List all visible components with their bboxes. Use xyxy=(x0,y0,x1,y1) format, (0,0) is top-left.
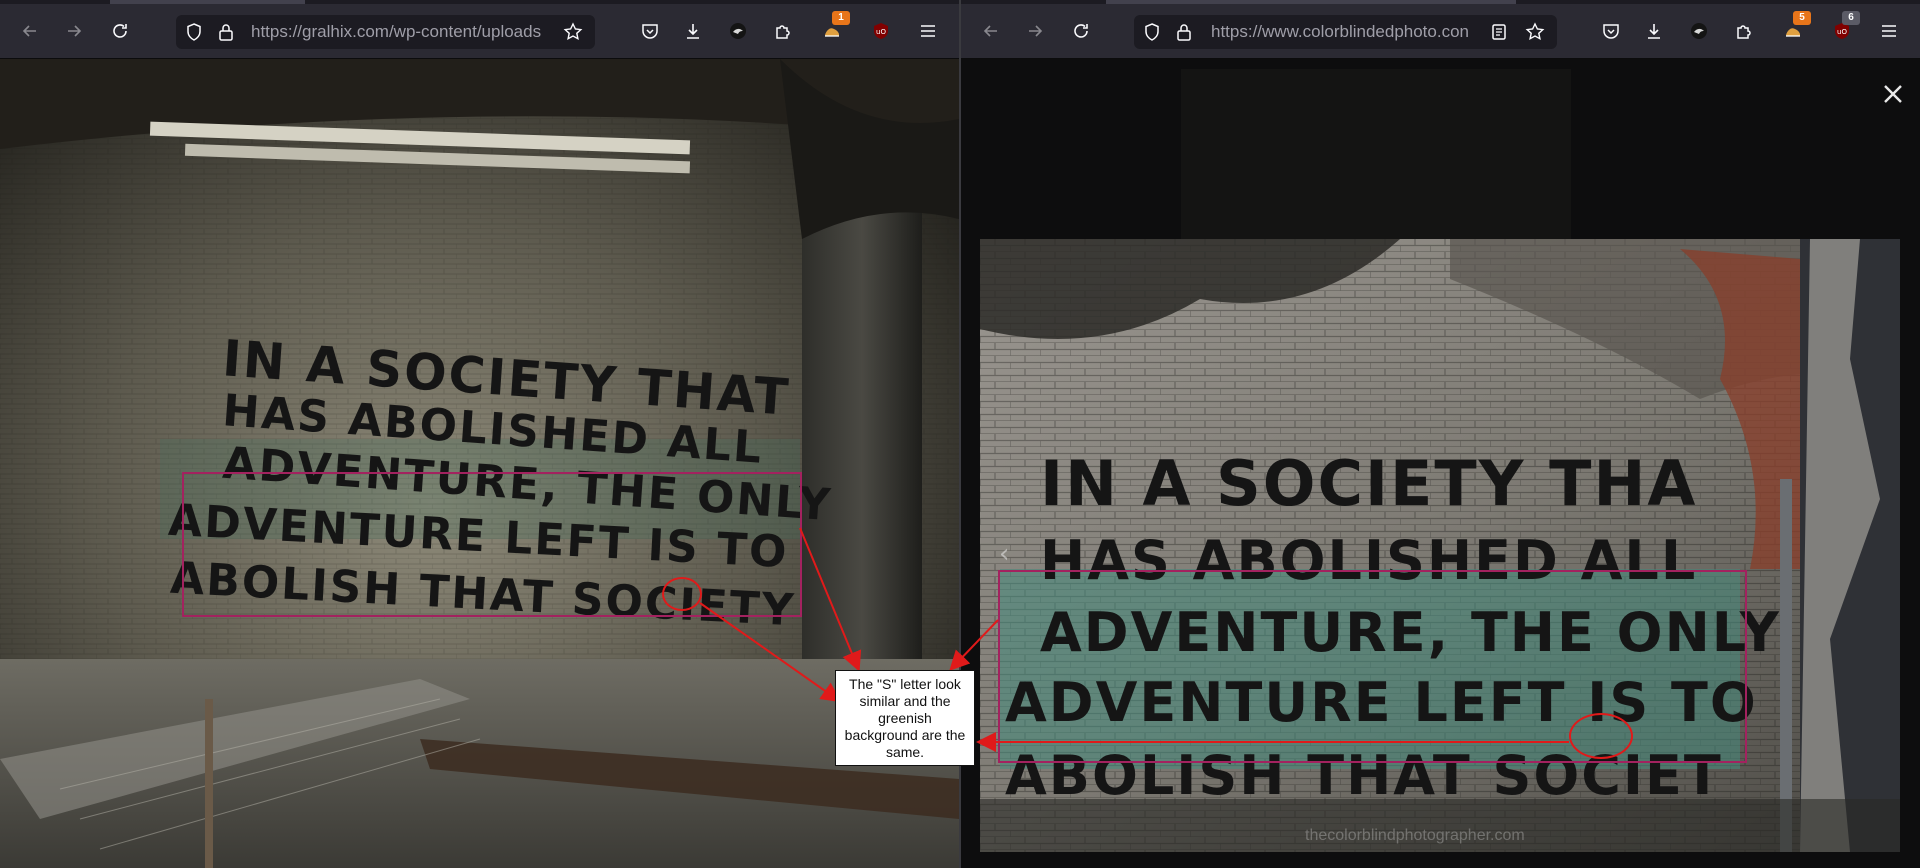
close-icon[interactable] xyxy=(1878,79,1908,109)
ublock-badge-count: 6 xyxy=(1842,11,1860,25)
photo-watermark: thecolorblindphotographer.com xyxy=(1305,827,1525,844)
pocket-icon[interactable] xyxy=(636,17,664,45)
ublock-icon[interactable]: uO xyxy=(867,17,895,45)
graffiti-photo: IN A SOCIETY THAT HAS ABOLISHED ALL ADVE… xyxy=(0,59,959,868)
hamburger-menu-icon[interactable] xyxy=(1875,17,1903,45)
highlight-box-left xyxy=(182,472,802,617)
annotation-callout: The "S" letter look similar and the gree… xyxy=(835,670,975,766)
svg-text:uO: uO xyxy=(1837,28,1847,36)
reader-view-icon[interactable] xyxy=(1485,18,1513,46)
shield-icon[interactable] xyxy=(180,18,208,46)
reload-icon[interactable] xyxy=(106,17,134,45)
url-text[interactable]: https://gralhix.com/wp-content/uploads xyxy=(251,15,551,49)
highlight-box-right xyxy=(998,570,1747,763)
pocket-icon[interactable] xyxy=(1597,17,1625,45)
arrow-left-icon[interactable] xyxy=(977,17,1005,45)
puzzle-icon[interactable] xyxy=(769,17,797,45)
reload-icon[interactable] xyxy=(1067,17,1095,45)
url-bar[interactable]: https://www.colorblindedphoto.con xyxy=(1134,15,1557,49)
arrow-right-icon[interactable] xyxy=(1021,17,1049,45)
star-icon[interactable] xyxy=(1521,18,1549,46)
page-content: IN A SOCIETY THAT HAS ABOLISHED ALL ADVE… xyxy=(0,59,959,868)
highlight-circle-left xyxy=(662,577,702,611)
arrow-right-icon[interactable] xyxy=(60,17,88,45)
shield-icon[interactable] xyxy=(1138,18,1166,46)
extension-bird-icon[interactable] xyxy=(724,17,752,45)
url-text[interactable]: https://www.colorblindedphoto.con xyxy=(1211,15,1481,49)
navigation-toolbar: https://gralhix.com/wp-content/uploads 1… xyxy=(0,4,959,59)
extension-badge-count: 1 xyxy=(832,11,850,25)
url-bar[interactable]: https://gralhix.com/wp-content/uploads xyxy=(176,15,595,49)
extension-shoe-icon[interactable]: 5 xyxy=(1779,11,1811,45)
lightbox-overlay: IN A SOCIETY THA HAS ABOLISHED ALL ADVEN… xyxy=(961,59,1920,868)
arrow-left-icon[interactable] xyxy=(16,17,44,45)
puzzle-icon[interactable] xyxy=(1730,17,1758,45)
right-browser-window: https://www.colorblindedphoto.con 5 uO 6 xyxy=(961,0,1920,868)
star-icon[interactable] xyxy=(559,18,587,46)
lock-icon[interactable] xyxy=(1170,18,1198,46)
graffiti-line: IN A SOCIETY THA xyxy=(1040,447,1698,520)
extension-shoe-icon[interactable]: 1 xyxy=(818,11,850,45)
extension-badge-count: 5 xyxy=(1793,11,1811,25)
highlight-circle-right xyxy=(1569,713,1633,759)
left-browser-window: https://gralhix.com/wp-content/uploads 1… xyxy=(0,0,959,868)
ublock-icon[interactable]: uO 6 xyxy=(1828,11,1860,45)
extension-bird-icon[interactable] xyxy=(1685,17,1713,45)
navigation-toolbar: https://www.colorblindedphoto.con 5 uO 6 xyxy=(961,4,1920,59)
download-icon[interactable] xyxy=(1640,17,1668,45)
svg-text:uO: uO xyxy=(876,28,886,36)
dimmed-page-background xyxy=(1181,69,1571,239)
lightbox-prev-icon[interactable]: ‹ xyxy=(999,539,1009,569)
lock-icon[interactable] xyxy=(212,18,240,46)
download-icon[interactable] xyxy=(679,17,707,45)
hamburger-menu-icon[interactable] xyxy=(914,17,942,45)
